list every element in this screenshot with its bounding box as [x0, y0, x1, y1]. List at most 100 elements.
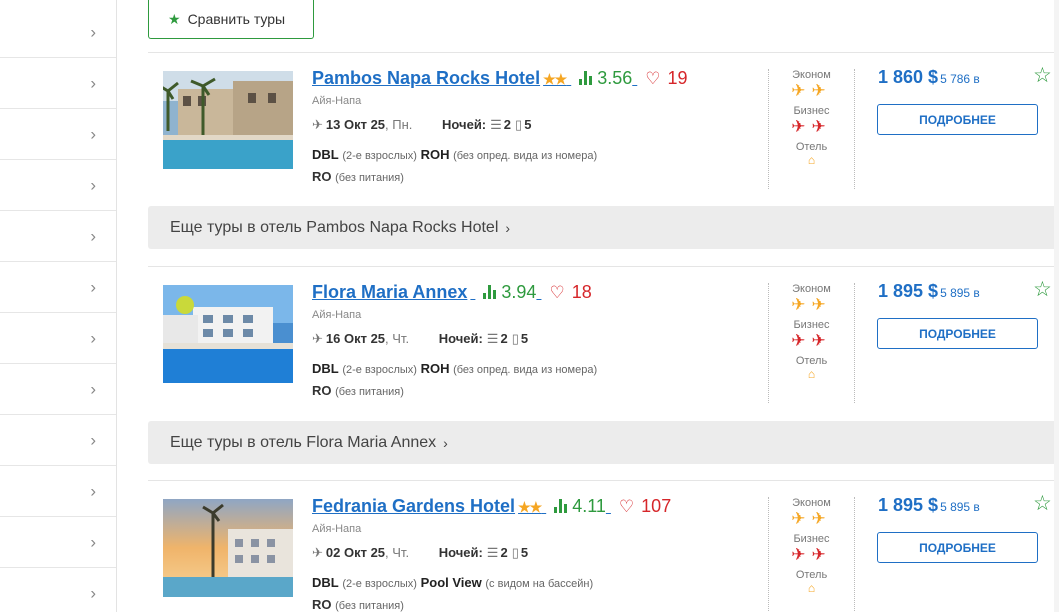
hotel-rating: 3.94: [483, 282, 536, 303]
scrollbar[interactable]: [1054, 0, 1059, 612]
meal-info: RO (без питания): [312, 169, 404, 184]
details-button[interactable]: ПОДРОБНЕЕ: [877, 318, 1038, 349]
house-icon: ⌂: [807, 367, 816, 381]
hotel-photo[interactable]: [163, 71, 293, 169]
economy-plane-icon: ✈✈: [791, 81, 832, 100]
house-icon: ⌂: [807, 153, 816, 167]
favorite-star-icon[interactable]: ☆: [1033, 65, 1052, 86]
hotel-city: Айя-Напа: [312, 523, 362, 535]
hotel-rating: 4.11: [554, 496, 606, 517]
favorite-star-icon[interactable]: ☆: [1033, 493, 1052, 514]
hotel-name-link[interactable]: Fedrania Gardens Hotel ★★ 4.11 ♡ 107: [312, 496, 671, 517]
compare-tours-label: Сравнить туры: [187, 11, 286, 27]
hotel-reviews[interactable]: ♡ 18: [549, 282, 591, 303]
plane-icon: ✈: [312, 117, 323, 132]
chevron-right-icon: ›: [90, 175, 96, 195]
chevron-right-icon: ›: [90, 22, 96, 42]
compare-tours-button[interactable]: ★ Сравнить туры: [148, 0, 314, 39]
economy-plane-icon: ✈✈: [791, 509, 832, 528]
bed-icon: ▯: [511, 331, 519, 346]
more-tours-link[interactable]: Еще туры в отель Pambos Napa Rocks Hotel…: [148, 206, 1059, 249]
chevron-right-icon: ›: [90, 226, 96, 246]
filter-row[interactable]: ›: [0, 568, 116, 612]
chevron-right-icon: ›: [90, 481, 96, 501]
room-info: DBL (2-е взрослых) ROH (без опред. вида …: [312, 361, 598, 376]
filter-row[interactable]: ›: [0, 58, 116, 109]
heart-icon: ♡: [549, 283, 565, 302]
details-button[interactable]: ПОДРОБНЕЕ: [877, 104, 1038, 135]
filter-row[interactable]: ›: [0, 262, 116, 313]
filter-row[interactable]: ›: [0, 466, 116, 517]
filter-row[interactable]: ›: [0, 313, 116, 364]
chevron-right-icon: ›: [505, 219, 511, 236]
hotel-reviews[interactable]: ♡ 107: [619, 496, 671, 517]
adults-icon: ☰: [490, 117, 502, 132]
flight-class-column: Эконом ✈✈ Бизнес ✈✈ Отель ⌂: [768, 283, 855, 403]
rating-bars-icon: [483, 285, 497, 299]
filter-row[interactable]: ›: [0, 364, 116, 415]
star-icon: ★: [168, 10, 181, 27]
bed-icon: ▯: [511, 545, 519, 560]
filter-row[interactable]: ›: [0, 109, 116, 160]
room-info: DBL (2-е взрослых) Pool View (с видом на…: [312, 575, 594, 590]
heart-icon: ♡: [645, 69, 661, 88]
hotel-card: Flora Maria Annex 3.94 ♡ 18 Айя-Напа ✈ 16…: [148, 266, 1059, 416]
hotel-name-link[interactable]: Flora Maria Annex 3.94 ♡ 18: [312, 282, 592, 303]
chevron-right-icon: ›: [90, 583, 96, 603]
favorite-star-icon[interactable]: ☆: [1033, 279, 1052, 300]
rating-bars-icon: [554, 499, 568, 513]
chevron-right-icon: ›: [90, 532, 96, 552]
tour-dates: ✈ 13 Окт 25, Пн. Ночей: ☰ 2 ▯ 5: [312, 117, 532, 132]
filter-row[interactable]: ›: [0, 517, 116, 568]
meal-info: RO (без питания): [312, 383, 404, 398]
plane-icon: ✈: [312, 545, 323, 560]
nights-label: Ночей:: [442, 117, 487, 132]
chevron-right-icon: ›: [443, 434, 448, 451]
tour-dates: ✈ 16 Окт 25, Чт. Ночей: ☰ 2 ▯ 5: [312, 331, 529, 346]
chevron-right-icon: ›: [90, 277, 96, 297]
chevron-right-icon: ›: [90, 379, 96, 399]
filter-row[interactable]: ›: [0, 211, 116, 262]
chevron-right-icon: ›: [90, 328, 96, 348]
tour-price: 1 860 $5 786 ʙ: [878, 67, 980, 87]
adults-icon: ☰: [486, 331, 499, 346]
filter-row[interactable]: ›: [0, 160, 116, 211]
details-button[interactable]: ПОДРОБНЕЕ: [877, 532, 1038, 563]
flight-class-column: Эконом ✈✈ Бизнес ✈✈ Отель ⌂: [768, 69, 855, 189]
filter-sidebar: › › › › › › › › › › › ›: [0, 0, 117, 612]
business-plane-icon: ✈✈: [791, 331, 832, 350]
tour-price: 1 895 $5 895 ʙ: [878, 281, 980, 301]
house-icon: ⌂: [807, 581, 816, 595]
room-info: DBL (2-е взрослых) ROH (без опред. вида …: [312, 147, 598, 162]
chevron-right-icon: ›: [90, 73, 96, 93]
adults-icon: ☰: [486, 545, 499, 560]
filter-row[interactable]: ›: [0, 7, 116, 58]
nights-label: Ночей:: [438, 331, 483, 346]
hotel-photo[interactable]: [163, 285, 293, 383]
meal-info: RO (без питания): [312, 597, 404, 612]
more-tours-link[interactable]: Еще туры в отель Flora Maria Annex ›: [148, 421, 1059, 464]
tour-price: 1 895 $5 895 ʙ: [878, 495, 980, 515]
plane-icon: ✈: [312, 331, 323, 346]
rating-bars-icon: [579, 71, 593, 85]
nights-label: Ночей:: [438, 545, 483, 560]
hotel-city: Айя-Напа: [312, 95, 362, 107]
hotel-stars: ★★: [518, 499, 542, 515]
business-plane-icon: ✈✈: [791, 545, 832, 564]
tour-dates: ✈ 02 Окт 25, Чт. Ночей: ☰ 2 ▯ 5: [312, 545, 529, 560]
business-plane-icon: ✈✈: [791, 117, 832, 136]
flight-class-column: Эконом ✈✈ Бизнес ✈✈ Отель ⌂: [768, 497, 855, 612]
hotel-city: Айя-Напа: [312, 309, 362, 321]
chevron-right-icon: ›: [90, 124, 96, 144]
chevron-right-icon: ›: [90, 430, 96, 450]
hotel-card: Pambos Napa Rocks Hotel ★★ 3.56 ♡ 19 Айя-…: [148, 52, 1059, 202]
heart-icon: ♡: [618, 497, 635, 516]
economy-plane-icon: ✈✈: [791, 295, 832, 314]
bed-icon: ▯: [515, 117, 523, 132]
filter-row[interactable]: ›: [0, 415, 116, 466]
hotel-reviews[interactable]: ♡ 19: [645, 68, 687, 89]
hotel-rating: 3.56: [579, 68, 632, 89]
hotel-stars: ★★: [543, 71, 567, 87]
hotel-photo[interactable]: [163, 499, 293, 597]
hotel-name-link[interactable]: Pambos Napa Rocks Hotel ★★ 3.56 ♡ 19: [312, 68, 688, 89]
